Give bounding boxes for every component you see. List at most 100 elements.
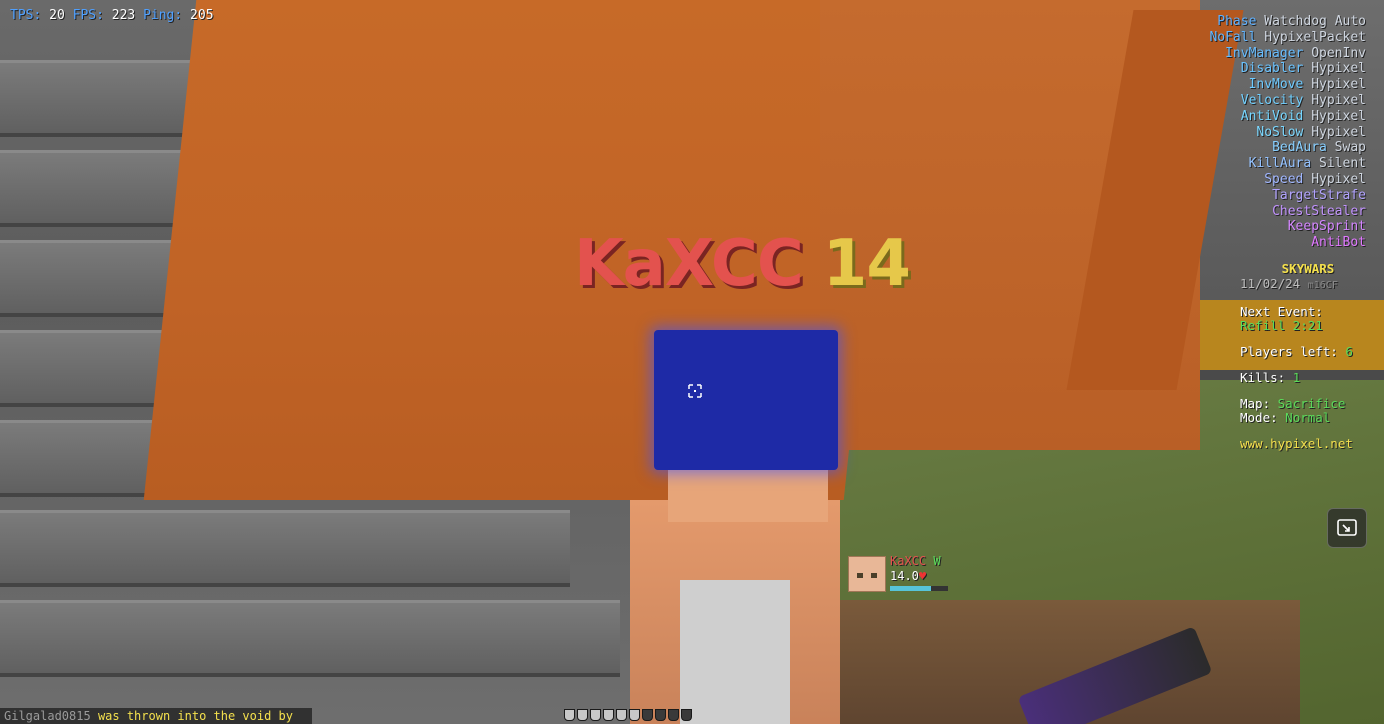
module-item: Disabler Hypixel	[1209, 61, 1366, 77]
armor-icon	[629, 709, 640, 721]
module-item: Velocity Hypixel	[1209, 93, 1366, 109]
target-health-bar	[890, 586, 948, 591]
scoreboard-date-line: 11/02/24 m16CF	[1240, 277, 1376, 293]
mode-value: Normal	[1285, 410, 1331, 425]
scoreboard-title: SKYWARS	[1281, 261, 1335, 276]
module-item: NoFall HypixelPacket	[1209, 30, 1366, 46]
mode-line: Mode: Normal	[1240, 411, 1376, 425]
module-name: NoFall	[1209, 29, 1257, 45]
player-helmet[interactable]	[654, 330, 838, 470]
target-health-fill	[890, 586, 931, 591]
module-item: InvMove Hypixel	[1209, 77, 1366, 93]
picture-in-picture-icon	[1337, 519, 1357, 536]
armor-icon	[642, 709, 653, 721]
chat-message: was thrown into the void by	[97, 709, 294, 723]
heart-icon: ♥	[918, 569, 927, 583]
module-mode: Hypixel	[1303, 124, 1366, 140]
module-name: KeepSprint	[1287, 219, 1366, 235]
module-item: KeepSprint	[1209, 219, 1366, 235]
players-left-line: Players left: 6	[1240, 345, 1376, 359]
fps-value: 223	[111, 8, 136, 23]
module-mode: Watchdog Auto	[1256, 14, 1366, 29]
kills-line: Kills: 1	[1240, 371, 1376, 385]
module-item: Speed Hypixel	[1209, 172, 1366, 188]
module-mode: Hypixel	[1303, 92, 1366, 108]
scoreboard: SKYWARS 11/02/24 m16CF Next Event: Refil…	[1240, 262, 1376, 451]
chat-line: Gilgalad0815 was thrown into the void by	[0, 708, 312, 724]
game-viewport[interactable]: TPS: 20 FPS: 223 Ping: 205 Phase Watchdo…	[0, 0, 1384, 724]
armor-icon	[668, 709, 679, 721]
armor-icon	[616, 709, 627, 721]
module-mode: Swap	[1326, 140, 1366, 156]
module-name: TargetStrafe	[1272, 187, 1366, 203]
mode-label: Mode:	[1240, 410, 1278, 425]
module-name: Phase	[1217, 14, 1257, 29]
armor-icon	[590, 709, 601, 721]
module-name: AntiVoid	[1240, 108, 1304, 124]
players-left-value: 6	[1345, 344, 1353, 359]
map-value: Sacrifice	[1277, 396, 1346, 411]
module-name: BedAura	[1272, 140, 1327, 156]
ping-value: 205	[190, 8, 214, 23]
armor-icon	[577, 709, 588, 721]
player-face	[668, 462, 828, 522]
module-item: BedAura Swap	[1209, 140, 1366, 156]
target-result: W	[933, 554, 941, 568]
module-mode: Silent	[1311, 156, 1366, 172]
module-item: AntiBot	[1209, 235, 1366, 251]
armor-icon	[681, 709, 692, 721]
module-name: Disabler	[1240, 61, 1304, 77]
module-mode: HypixelPacket	[1256, 29, 1366, 45]
module-name: KillAura	[1248, 156, 1312, 172]
fps-label: FPS:	[72, 8, 104, 23]
module-name: NoSlow	[1256, 124, 1304, 140]
target-health-line: 14.0♥	[890, 569, 926, 583]
next-event-label: Next Event:	[1240, 304, 1323, 319]
map-line: Map: Sacrifice	[1240, 397, 1376, 411]
players-left-label: Players left:	[1240, 344, 1338, 359]
module-mode: OpenInv	[1303, 45, 1366, 61]
module-item: AntiVoid Hypixel	[1209, 109, 1366, 125]
target-avatar	[848, 556, 886, 592]
target-name-line: KaXCC W	[890, 554, 941, 568]
module-name: Velocity	[1240, 92, 1304, 108]
performance-stats: TPS: 20 FPS: 223 Ping: 205	[10, 8, 214, 23]
module-name: ChestStealer	[1272, 203, 1366, 219]
module-item: TargetStrafe	[1209, 188, 1366, 204]
module-item: InvManager OpenInv	[1209, 46, 1366, 62]
kills-label: Kills:	[1240, 370, 1286, 385]
next-event-value: Refill 2:21	[1240, 318, 1323, 333]
module-name: Speed	[1264, 171, 1304, 187]
module-item: NoSlow Hypixel	[1209, 125, 1366, 141]
module-list: Phase Watchdog Auto NoFall HypixelPacket I…	[1209, 14, 1366, 251]
stair-step	[0, 510, 570, 587]
armor-bar	[564, 709, 692, 721]
module-item: Phase Watchdog Auto	[1209, 14, 1366, 30]
module-item: KillAura Silent	[1209, 156, 1366, 172]
chat-player: Gilgalad0815	[4, 709, 91, 723]
tps-label: TPS:	[10, 8, 42, 23]
player-nametag: KaXCC 14	[574, 232, 911, 296]
target-hud: KaXCC W 14.0♥	[848, 554, 952, 594]
nametag-name: KaXCC	[574, 227, 804, 301]
picture-in-picture-button[interactable]	[1327, 508, 1367, 548]
module-name: AntiBot	[1311, 235, 1366, 251]
scoreboard-date: 11/02/24	[1240, 276, 1301, 291]
world-scene	[0, 0, 1384, 724]
player-legs	[680, 580, 790, 724]
module-name: InvMove	[1248, 77, 1304, 93]
target-health: 14.0	[890, 569, 919, 583]
crosshair-icon	[688, 384, 702, 401]
stair-step	[0, 600, 620, 677]
module-mode: Hypixel	[1303, 61, 1366, 77]
kills-value: 1	[1292, 370, 1301, 385]
module-item: ChestStealer	[1209, 204, 1366, 220]
module-mode: Hypixel	[1303, 108, 1366, 124]
tps-value: 20	[49, 8, 65, 23]
map-label: Map:	[1240, 396, 1271, 411]
target-name: KaXCC	[890, 554, 927, 568]
scoreboard-website: www.hypixel.net	[1240, 436, 1353, 451]
module-mode: Hypixel	[1303, 171, 1366, 187]
nametag-level: 14	[822, 227, 911, 301]
armor-icon	[603, 709, 614, 721]
